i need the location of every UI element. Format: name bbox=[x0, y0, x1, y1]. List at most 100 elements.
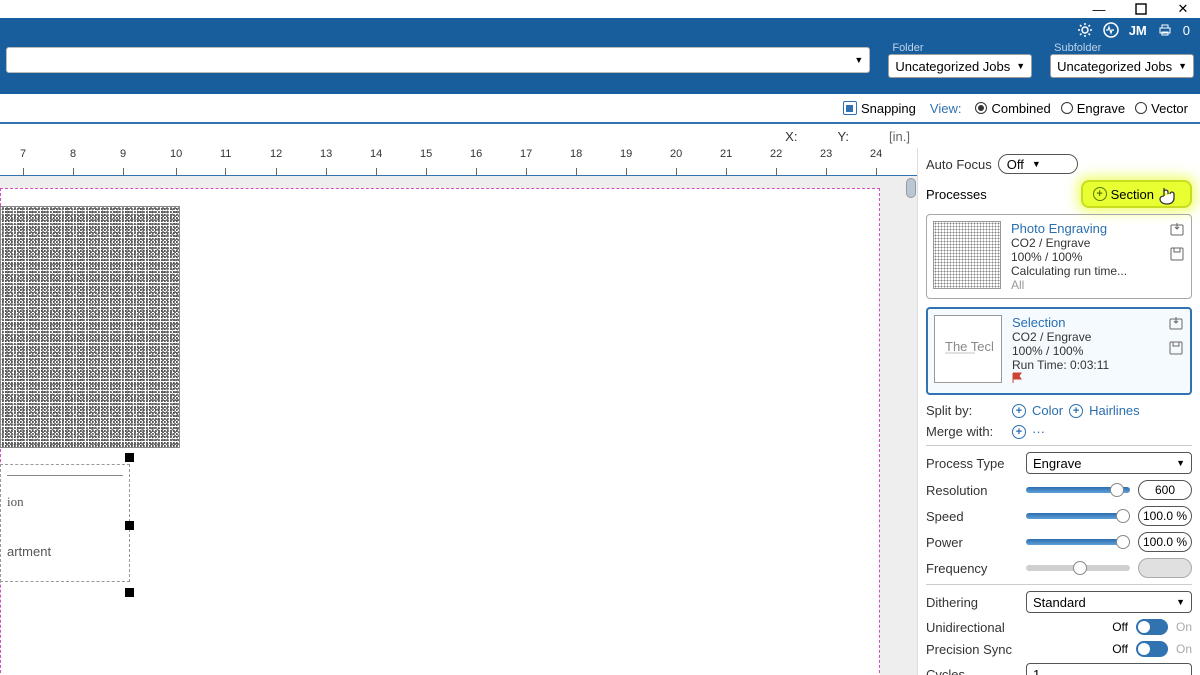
process-panel: Auto Focus Off ▼ Processes + Section Pho… bbox=[918, 148, 1200, 675]
window-close-button[interactable]: ✕ bbox=[1174, 0, 1192, 18]
process-type-label: Process Type bbox=[926, 456, 1018, 471]
unidirectional-toggle[interactable] bbox=[1136, 619, 1168, 635]
subfolder-value: Uncategorized Jobs bbox=[1057, 59, 1172, 74]
plus-icon[interactable]: + bbox=[1012, 404, 1026, 418]
utility-toolbar: JM 0 bbox=[0, 18, 1200, 42]
power-value[interactable]: 100.0 % bbox=[1138, 532, 1192, 552]
save-icon[interactable] bbox=[1169, 246, 1185, 265]
frequency-slider bbox=[1026, 565, 1130, 571]
heartbeat-icon[interactable] bbox=[1103, 22, 1119, 38]
selection-handle[interactable] bbox=[125, 453, 134, 462]
ruler-tick-12: 12 bbox=[270, 148, 282, 160]
view-engrave-radio[interactable]: Engrave bbox=[1061, 101, 1125, 116]
processes-heading: Processes bbox=[926, 187, 987, 202]
view-engrave-label: Engrave bbox=[1077, 101, 1125, 116]
subfolder-dropdown[interactable]: Uncategorized Jobs▼ bbox=[1050, 54, 1194, 78]
cycles-label: Cycles bbox=[926, 667, 1018, 675]
secondary-blue-bar bbox=[0, 78, 1200, 94]
ruler-tick-19: 19 bbox=[620, 148, 632, 160]
import-icon[interactable] bbox=[1168, 315, 1184, 334]
text-object[interactable]: ion artment bbox=[0, 464, 130, 582]
x-coord-label: X: bbox=[785, 129, 797, 144]
process-type-dropdown[interactable]: Engrave▼ bbox=[1026, 452, 1192, 474]
process-card-photo-engraving[interactable]: Photo Engraving CO2 / Engrave 100% / 100… bbox=[926, 214, 1192, 299]
process-title: Selection bbox=[1012, 315, 1184, 330]
ruler-tick-8: 8 bbox=[70, 148, 76, 160]
import-icon[interactable] bbox=[1169, 221, 1185, 240]
maximize-icon bbox=[1135, 3, 1147, 15]
svg-text:The Technologies: The Technologies bbox=[945, 339, 993, 354]
ruler-tick-14: 14 bbox=[370, 148, 382, 160]
view-vector-radio[interactable]: Vector bbox=[1135, 101, 1188, 116]
process-type-value: Engrave bbox=[1033, 456, 1081, 471]
ruler-tick-13: 13 bbox=[320, 148, 332, 160]
text-line-2: artment bbox=[7, 544, 123, 559]
autofocus-dropdown[interactable]: Off ▼ bbox=[998, 154, 1078, 174]
printer-icon[interactable] bbox=[1157, 22, 1173, 38]
save-icon[interactable] bbox=[1168, 340, 1184, 359]
ruler-tick-9: 9 bbox=[120, 148, 126, 160]
process-runtime: Run Time: 0:03:11 bbox=[1012, 358, 1184, 372]
folder-label: Folder bbox=[892, 42, 1032, 54]
speed-value[interactable]: 100.0 % bbox=[1138, 506, 1192, 526]
canvas-vertical-scrollbar[interactable] bbox=[903, 176, 917, 675]
process-scope: All bbox=[1011, 278, 1185, 292]
autofocus-label: Auto Focus bbox=[926, 157, 992, 172]
process-thumbnail: The Technologies bbox=[934, 315, 1002, 383]
window-titlebar: — ✕ bbox=[0, 0, 1200, 18]
ruler-tick-7: 7 bbox=[20, 148, 26, 160]
merge-more[interactable]: ··· bbox=[1032, 424, 1045, 439]
window-maximize-button[interactable] bbox=[1132, 0, 1150, 18]
process-mode: CO2 / Engrave bbox=[1012, 330, 1184, 344]
selection-handle[interactable] bbox=[125, 588, 134, 597]
plus-icon[interactable]: + bbox=[1069, 404, 1083, 418]
printer-count: 0 bbox=[1183, 23, 1190, 38]
ruler-tick-20: 20 bbox=[670, 148, 682, 160]
split-by-label: Split by: bbox=[926, 403, 1006, 418]
process-card-selection[interactable]: The Technologies Selection CO2 / Engrave… bbox=[926, 307, 1192, 395]
resolution-slider[interactable] bbox=[1026, 487, 1130, 493]
power-label: Power bbox=[926, 535, 1018, 550]
user-badge[interactable]: JM bbox=[1129, 23, 1147, 38]
cursor-hand-icon bbox=[1158, 183, 1180, 205]
canvas-area[interactable]: 7 8 9 10 11 12 13 14 15 16 17 18 19 20 2… bbox=[0, 148, 918, 675]
ruler-tick-18: 18 bbox=[570, 148, 582, 160]
cycles-input[interactable]: 1 bbox=[1026, 663, 1192, 675]
engraving-image-object[interactable] bbox=[0, 206, 180, 448]
ruler-tick-23: 23 bbox=[820, 148, 832, 160]
ruler-tick-10: 10 bbox=[170, 148, 182, 160]
snapping-label: Snapping bbox=[861, 101, 916, 116]
precision-sync-label: Precision Sync bbox=[926, 642, 1018, 657]
speed-slider[interactable] bbox=[1026, 513, 1130, 519]
ruler-tick-17: 17 bbox=[520, 148, 532, 160]
toggle-on-label: On bbox=[1176, 642, 1192, 656]
dithering-value: Standard bbox=[1033, 595, 1086, 610]
power-slider[interactable] bbox=[1026, 539, 1130, 545]
process-power-speed: 100% / 100% bbox=[1012, 344, 1184, 358]
folder-dropdown[interactable]: Uncategorized Jobs▼ bbox=[888, 54, 1032, 78]
view-combined-radio[interactable]: Combined bbox=[975, 101, 1050, 116]
window-minimize-button[interactable]: — bbox=[1090, 0, 1108, 18]
plus-icon[interactable]: + bbox=[1012, 425, 1026, 439]
folder-value: Uncategorized Jobs bbox=[895, 59, 1010, 74]
coordinates-bar: X: Y: [in.] bbox=[0, 124, 1200, 148]
job-toolbar: ▼ Folder Uncategorized Jobs▼ Subfolder U… bbox=[0, 42, 1200, 78]
dithering-dropdown[interactable]: Standard▼ bbox=[1026, 591, 1192, 613]
unidirectional-label: Unidirectional bbox=[926, 620, 1018, 635]
settings-icon[interactable] bbox=[1077, 22, 1093, 38]
resolution-label: Resolution bbox=[926, 483, 1018, 498]
resolution-value[interactable]: 600 bbox=[1138, 480, 1192, 500]
scrollbar-thumb[interactable] bbox=[906, 178, 916, 198]
split-by-hairlines[interactable]: Hairlines bbox=[1089, 403, 1140, 418]
selection-handle[interactable] bbox=[125, 521, 134, 530]
frequency-label: Frequency bbox=[926, 561, 1018, 576]
snapping-checkbox-icon bbox=[843, 101, 857, 115]
add-section-button[interactable]: + Section bbox=[1081, 180, 1192, 208]
dithering-label: Dithering bbox=[926, 595, 1018, 610]
job-selector-dropdown[interactable]: ▼ bbox=[6, 47, 870, 73]
snapping-toggle[interactable]: Snapping bbox=[843, 101, 916, 116]
precision-sync-toggle[interactable] bbox=[1136, 641, 1168, 657]
coord-unit: [in.] bbox=[889, 129, 910, 144]
split-by-color[interactable]: Color bbox=[1032, 403, 1063, 418]
process-power-speed: 100% / 100% bbox=[1011, 250, 1185, 264]
